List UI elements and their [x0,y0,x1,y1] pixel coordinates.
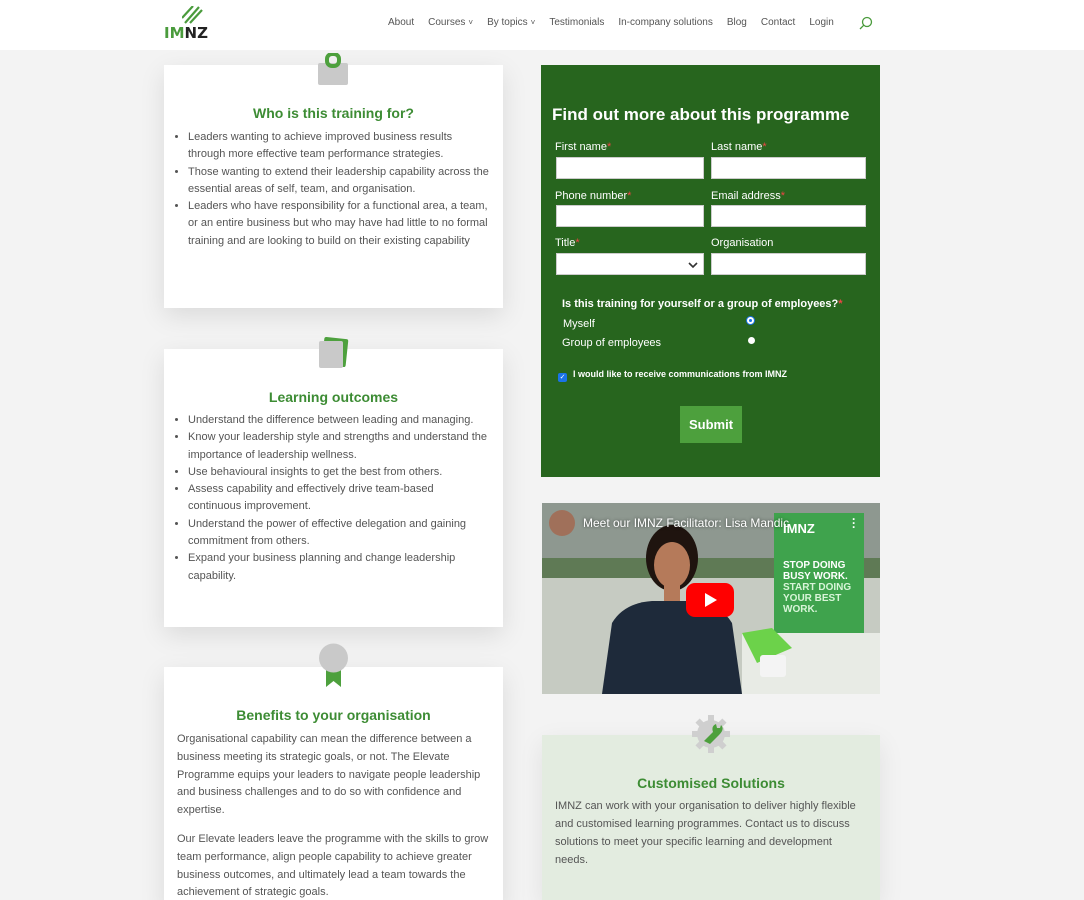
logo-mark-icon [182,6,203,24]
more-options-icon[interactable]: · · · [852,513,856,533]
enquiry-form: Find out more about this programme First… [541,65,880,477]
who-card: Who is this training for? Leaders wantin… [164,65,503,308]
phone-label: Phone number* [555,190,632,202]
nav-item-label: In-company solutions [618,17,713,28]
who-list: Leaders wanting to achieve improved busi… [188,129,489,250]
nav-item-in-company-solutions[interactable]: In-company solutions [618,17,713,28]
training-for-question: Is this training for yourself or a group… [562,298,843,310]
nav-item-label: By topics [487,17,528,28]
radio-label-myself: Myself [563,318,595,330]
nav-item-courses[interactable]: Courses ˅ [428,17,473,28]
organisation-input[interactable] [711,253,866,275]
title-select[interactable] [556,253,704,275]
email-input[interactable] [711,205,866,227]
nav-item-by-topics[interactable]: By topics ˅ [487,17,535,28]
award-icon [319,643,348,687]
benefits-paragraph-1: Organisational capability can mean the d… [177,733,481,817]
video-banner-text: IMNZ STOP DOING BUSY WORK. START DOING Y… [783,521,852,615]
chevron-down-icon [688,262,698,269]
nav-item-blog[interactable]: Blog [727,17,747,28]
last-name-input[interactable] [711,157,866,179]
list-item: Leaders who have responsibility for a fu… [188,198,489,250]
title-label: Title* [555,237,580,249]
imnz-logo[interactable]: IMNZ [164,6,208,42]
list-item: Assess capability and effectively drive … [188,481,489,516]
radio-myself[interactable] [747,317,754,324]
nav-item-about[interactable]: About [388,17,414,28]
video-title: Meet our IMNZ Facilitator: Lisa Mandic [583,516,790,530]
briefcase-icon [318,53,348,85]
communications-checkbox[interactable]: ✓ [558,373,567,382]
form-title: Find out more about this programme [552,105,850,124]
list-item: Those wanting to extend their leadership… [188,164,489,199]
first-name-label: First name* [555,141,612,153]
custom-title: Customised Solutions [637,775,785,791]
benefits-paragraph-2: Our Elevate leaders leave the programme … [177,833,489,899]
customised-solutions-card: Customised Solutions IMNZ can work with … [542,735,880,900]
nav-item-contact[interactable]: Contact [761,17,795,28]
benefits-card: Benefits to your organisation Organisati… [164,667,503,900]
email-label: Email address* [711,190,785,202]
nav-item-label: Testimonials [549,17,605,28]
list-item: Use behavioural insights to get the best… [188,464,489,481]
submit-button[interactable]: Submit [680,406,742,443]
nav-item-label: Blog [726,17,747,28]
organisation-label: Organisation [711,237,774,249]
search-icon[interactable] [859,16,873,30]
phone-input[interactable] [556,205,704,227]
logo-text: IMNZ [164,24,208,42]
custom-body: IMNZ can work with your organisation to … [555,800,856,866]
nav-item-label: About [388,17,415,28]
benefits-title: Benefits to your organisation [236,707,431,723]
first-name-input[interactable] [556,157,704,179]
radio-label-group: Group of employees [562,337,662,349]
wrench-gear-icon [692,715,730,753]
nav-item-login[interactable]: Login [809,17,833,28]
list-item: Understand the difference between leadin… [188,412,489,429]
list-item: Understand the power of effective delega… [188,516,489,551]
video-embed[interactable]: Meet our IMNZ Facilitator: Lisa Mandic I… [542,503,880,694]
nav-item-label: Login [809,17,834,28]
who-title: Who is this training for? [253,105,414,121]
radio-group-of-employees[interactable] [748,337,755,344]
outcomes-card: Learning outcomes Understand the differe… [164,349,503,627]
play-button-icon[interactable] [686,583,734,617]
list-item: Know your leadership style and strengths… [188,429,489,464]
last-name-label: Last name* [711,141,767,153]
nav-item-label: Contact [760,17,796,28]
site-header: IMNZ About Courses ˅ By topics ˅ Testimonials… [0,0,1084,50]
notebook-icon [319,337,349,368]
main-nav: About Courses ˅ By topics ˅ Testimonials In-co… [388,17,848,28]
outcomes-list: Understand the difference between leadin… [188,412,489,585]
chevron-down-icon: ˅ [468,18,474,27]
nav-item-testimonials[interactable]: Testimonials [549,17,604,28]
outcomes-title: Learning outcomes [268,389,399,405]
list-item: Expand your business planning and change… [188,550,489,585]
chevron-down-icon: ˅ [530,18,536,27]
nav-item-label: Courses [428,17,466,28]
list-item: Leaders wanting to achieve improved busi… [188,129,489,164]
communications-label: I would like to receive communications f… [573,369,788,379]
